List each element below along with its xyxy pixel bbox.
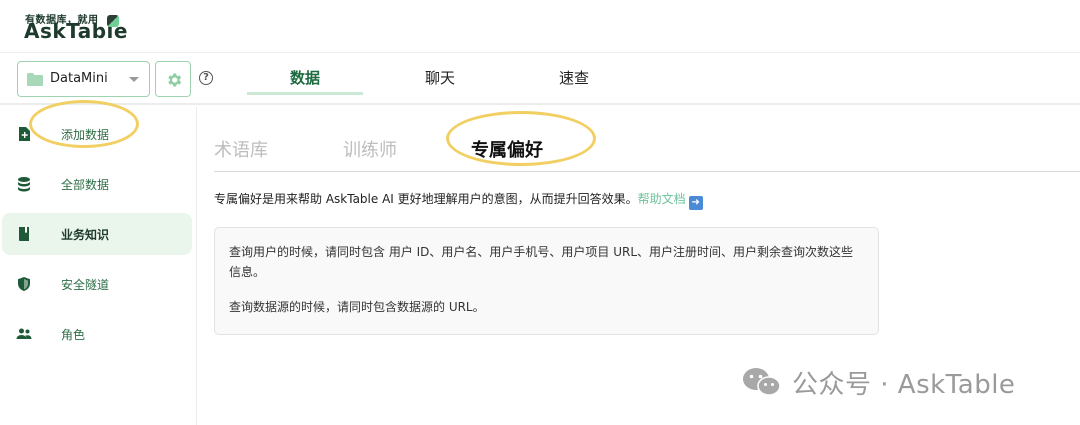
logo-mark-icon	[107, 15, 119, 27]
help-icon[interactable]: ?	[199, 71, 213, 85]
chevron-down-icon	[129, 77, 139, 82]
sidebar-item-label: 角色	[61, 328, 86, 342]
top-toolbar: DataMini ? 数据 聊天 速查	[0, 53, 1080, 105]
wechat-icon	[743, 368, 781, 396]
sidebar-item-business-knowledge[interactable]: 业务知识	[2, 213, 192, 255]
users-icon	[16, 328, 32, 339]
sidebar: 添加数据 全部数据 业务知识 安全隧道 角色	[0, 107, 197, 425]
description-text: 专属偏好是用来帮助 AskTable AI 更好地理解用户的意图，从而提升回答效…	[214, 192, 638, 206]
datasource-select[interactable]: DataMini	[17, 61, 150, 97]
sidebar-item-label: 安全隧道	[61, 278, 110, 292]
book-icon	[19, 227, 29, 241]
tab-quick-lookup[interactable]: 速查	[516, 67, 632, 95]
preferences-description: 专属偏好是用来帮助 AskTable AI 更好地理解用户的意图，从而提升回答效…	[214, 190, 703, 210]
preference-line: 查询用户的时候，请同时包含 用户 ID、用户名、用户手机号、用户项目 URL、用…	[229, 245, 854, 279]
subtab-divider	[214, 171, 1080, 172]
folder-icon	[27, 73, 43, 86]
sidebar-item-label: 全部数据	[61, 178, 110, 192]
subtab-trainer[interactable]: 训练师	[343, 136, 397, 162]
tab-data[interactable]: 数据	[247, 67, 363, 95]
shield-icon	[18, 277, 30, 291]
datasource-selected-value: DataMini	[50, 71, 108, 86]
watermark-text: 公众号 · AskTable	[792, 370, 1016, 400]
help-docs-link[interactable]: 帮助文档	[638, 192, 686, 206]
highlight-ring	[29, 100, 139, 148]
brand-header: 有数据库，就用 AskTable	[0, 0, 1080, 53]
sidebar-item-label: 业务知识	[61, 228, 110, 242]
preferences-textbox[interactable]: 查询用户的时候，请同时包含 用户 ID、用户名、用户手机号、用户项目 URL、用…	[214, 227, 879, 335]
preference-line: 查询数据源的时候，请同时包含数据源的 URL。	[229, 300, 485, 314]
tab-chat[interactable]: 聊天	[382, 67, 498, 95]
sidebar-item-all-data[interactable]: 全部数据	[2, 163, 192, 205]
sidebar-item-secure-tunnel[interactable]: 安全隧道	[2, 263, 192, 305]
gear-icon	[168, 73, 182, 87]
highlight-ring	[446, 111, 596, 166]
subtab-glossary[interactable]: 术语库	[214, 136, 268, 162]
arrow-right-icon[interactable]: ➜	[688, 196, 703, 210]
sidebar-item-roles[interactable]: 角色	[2, 313, 192, 355]
datasource-settings-button[interactable]	[155, 61, 191, 97]
database-icon	[18, 177, 30, 192]
